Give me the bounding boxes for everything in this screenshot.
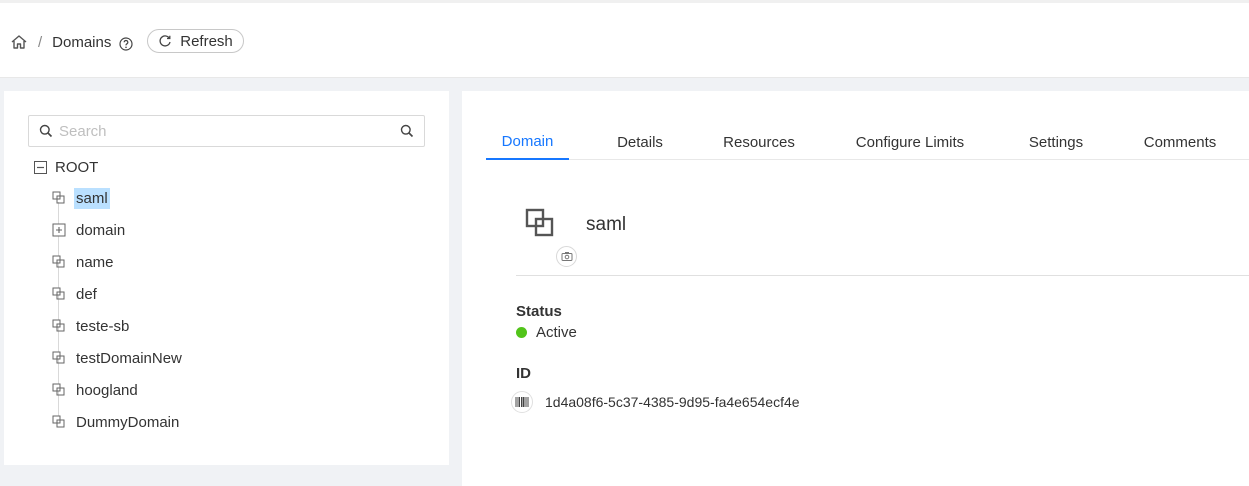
domain-detail-panel: Domain Details Resources Configure Limit… xyxy=(462,91,1249,486)
tree-root[interactable]: ROOT xyxy=(34,157,98,177)
search-box[interactable] xyxy=(28,115,425,147)
leaf-node-icon xyxy=(52,287,66,301)
upload-icon-button[interactable] xyxy=(556,246,577,267)
search-prefix-icon xyxy=(39,124,53,138)
tab-details[interactable]: Details xyxy=(598,125,682,160)
leaf-node-icon xyxy=(52,351,66,365)
status-text: Active xyxy=(536,324,577,341)
camera-icon xyxy=(561,252,572,261)
tree-item-label: testDomainNew xyxy=(76,349,182,367)
tree-item-name[interactable]: name xyxy=(52,250,116,274)
expand-icon[interactable] xyxy=(52,223,66,237)
tree-item-saml[interactable]: saml xyxy=(52,186,110,210)
refresh-button[interactable]: Refresh xyxy=(147,29,244,53)
leaf-node-icon xyxy=(52,255,66,269)
tree-item-dummydomain[interactable]: DummyDomain xyxy=(52,410,181,434)
tree-root-label: ROOT xyxy=(55,158,99,176)
breadcrumb-current: Domains xyxy=(52,33,112,51)
leaf-node-icon xyxy=(52,319,66,333)
tree-item-def[interactable]: def xyxy=(52,282,99,306)
breadcrumb: / Domains xyxy=(10,29,133,55)
tree-item-label: name xyxy=(76,253,114,271)
barcode-icon[interactable] xyxy=(511,391,533,413)
tree-item-label: DummyDomain xyxy=(76,413,180,431)
tab-comments[interactable]: Comments xyxy=(1132,125,1228,160)
tree-item-label: teste-sb xyxy=(76,317,130,335)
status-label: Status xyxy=(516,303,562,320)
tree-item-domain[interactable]: domain xyxy=(52,218,127,242)
id-value: 1d4a08f6-5c37-4385-9d95-fa4e654ecf4e xyxy=(511,391,800,413)
refresh-label: Refresh xyxy=(180,32,233,50)
tab-bar: Domain Details Resources Configure Limit… xyxy=(486,125,1249,160)
question-circle-icon[interactable] xyxy=(119,37,133,51)
leaf-node-icon xyxy=(52,383,66,397)
id-label: ID xyxy=(516,365,531,382)
status-value: Active xyxy=(516,324,577,341)
tree-item-label: saml xyxy=(74,187,110,209)
leaf-node-icon xyxy=(52,191,66,205)
search-input[interactable] xyxy=(59,122,400,140)
domain-name: saml xyxy=(586,214,627,235)
search-icon[interactable] xyxy=(400,124,414,138)
tab-configure-limits[interactable]: Configure Limits xyxy=(846,125,974,160)
top-bar: / Domains Refresh xyxy=(0,0,1249,78)
leaf-node-icon xyxy=(52,415,66,429)
tree-item-label: hoogland xyxy=(76,381,138,399)
domain-tree-panel: ROOT saml domain name def teste-sb testD… xyxy=(4,91,449,465)
block-icon xyxy=(525,208,554,237)
reload-icon xyxy=(159,35,171,47)
tab-settings[interactable]: Settings xyxy=(1013,125,1099,160)
home-icon[interactable] xyxy=(10,33,28,51)
tab-resources[interactable]: Resources xyxy=(712,125,806,160)
collapse-icon[interactable] xyxy=(34,160,47,174)
breadcrumb-separator: / xyxy=(38,33,43,51)
tab-domain[interactable]: Domain xyxy=(486,125,569,160)
tree-item-testdomainnew[interactable]: testDomainNew xyxy=(52,346,184,370)
tree-item-label: def xyxy=(76,285,97,303)
status-dot xyxy=(516,327,527,338)
tree-item-teste-sb[interactable]: teste-sb xyxy=(52,314,131,338)
id-text: 1d4a08f6-5c37-4385-9d95-fa4e654ecf4e xyxy=(545,394,800,410)
header-divider xyxy=(516,275,1249,276)
tree-item-hoogland[interactable]: hoogland xyxy=(52,378,140,402)
tree-item-label: domain xyxy=(76,221,126,239)
